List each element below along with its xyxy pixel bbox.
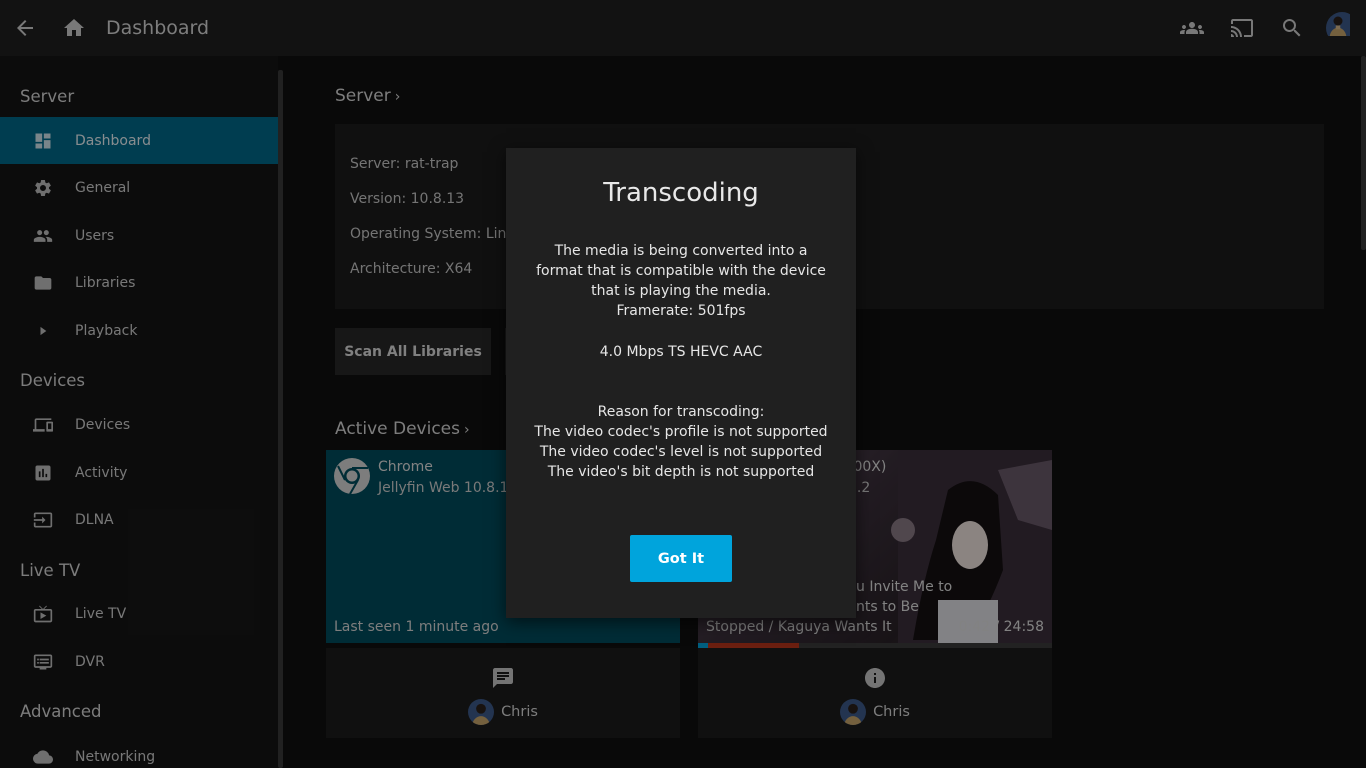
dialog-reason-heading: Reason for transcoding: (597, 404, 765, 420)
dialog-text: The media is being converted into a (554, 243, 808, 259)
dialog-framerate: Framerate: 501fps (616, 303, 746, 319)
dialog-reason: The video codec's level is not supported (539, 444, 823, 460)
dialog-stream-info: 4.0 Mbps TS HEVC AAC (599, 344, 763, 360)
dialog-reason: The video codec's profile is not support… (534, 424, 828, 440)
dialog-reason: The video's bit depth is not supported (547, 464, 815, 480)
dialog-text: format that is compatible with the devic… (536, 263, 826, 279)
dialog-title: Transcoding (603, 178, 759, 208)
got-it-button[interactable]: Got It (630, 535, 732, 582)
transcoding-dialog: Transcoding The media is being converted… (506, 148, 856, 618)
dialog-text: that is playing the media. (591, 283, 771, 299)
